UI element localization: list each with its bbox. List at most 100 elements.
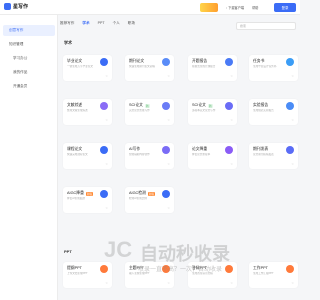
download-icon: ▫	[226, 5, 228, 10]
tool-card-badge: 新	[207, 103, 213, 108]
tool-card-description: 快速生成期刊论文初稿	[129, 65, 155, 68]
tab-personal[interactable]: 个人	[113, 21, 120, 31]
tool-card-badge: 新版	[147, 191, 156, 196]
tool-card[interactable]: 工作PPT 生成工作汇报PPT ☆	[249, 262, 298, 288]
tool-card-badge: 新	[144, 103, 150, 108]
tool-card-title-text: 提纲PPT	[67, 266, 82, 270]
favorite-icon[interactable]: ☆	[167, 162, 170, 166]
favorite-icon[interactable]: ☆	[291, 281, 294, 285]
tool-icon	[100, 58, 108, 66]
tool-card-title-text: 开题报告	[192, 59, 208, 63]
tool-card-title: 论文降重	[192, 147, 207, 152]
tool-card-badge: 新版	[85, 191, 94, 196]
tool-card-title: SCI论文新	[192, 103, 213, 108]
tab-recommend[interactable]: 推荐写作	[60, 21, 74, 31]
favorite-icon[interactable]: ☆	[230, 281, 233, 285]
favorite-icon[interactable]: ☆	[167, 281, 170, 285]
favorite-icon[interactable]: ☆	[230, 118, 233, 122]
tool-card-title-text: 实验报告	[253, 103, 269, 107]
sidebar-item-works[interactable]: 我的作品	[3, 67, 55, 78]
tool-card-title-text: 任务书	[253, 59, 265, 63]
tool-icon	[162, 190, 170, 198]
tab-work[interactable]: 职场	[128, 21, 135, 31]
tool-card[interactable]: 课程论文 快速完成课程论文 ☆	[63, 143, 112, 169]
favorite-icon[interactable]: ☆	[105, 162, 108, 166]
tool-card[interactable]: 毕业论文 一键生成万字毕业论文 ☆	[63, 55, 112, 81]
tool-icon	[286, 58, 294, 66]
favorite-icon[interactable]: ☆	[291, 162, 294, 166]
download-label: 下载客户端	[228, 6, 245, 10]
tool-card[interactable]: AIGC检测 新版 检测AI生成比例 ☆	[125, 187, 174, 213]
tool-card[interactable]: 文献综述 整理文献生成综述 ☆	[63, 99, 112, 125]
download-client-link[interactable]: ▫ 下载客户端	[226, 5, 245, 11]
tab-academic[interactable]: 学术	[82, 21, 89, 31]
favorite-icon[interactable]: ☆	[167, 118, 170, 122]
tool-icon	[225, 58, 233, 66]
favorite-icon[interactable]: ☆	[105, 281, 108, 285]
tool-card[interactable]: 期刊论文 快速生成期刊论文初稿 ☆	[125, 55, 174, 81]
tab-ppt[interactable]: PPT	[98, 21, 105, 31]
tool-card-title-text: 工作PPT	[253, 266, 268, 270]
tool-card-description: 上传文档生成PPT	[67, 272, 88, 275]
tool-card-title: 期刊发表	[253, 147, 268, 152]
watermark-subtitle: 收录一直不高？一次，自动收录	[138, 267, 223, 273]
tool-card-description: 生成规范实验报告	[253, 109, 274, 112]
favorite-icon[interactable]: ☆	[291, 118, 294, 122]
tool-card-title-text: AIGC降重	[67, 191, 84, 195]
category-tabs: 推荐写作 学术 PPT 个人 职场	[60, 21, 135, 31]
favorite-icon[interactable]: ☆	[291, 74, 294, 78]
sidebar: 创意写作 知识管理 学习办公 我的作品 开通会员	[0, 15, 58, 300]
tool-card-title: AI写作	[129, 147, 140, 152]
tool-card-description: 英文论文智能写作	[129, 109, 150, 112]
tool-card[interactable]: 论文降重 降低论文重复率 ☆	[188, 143, 237, 169]
tool-card-title-text: AIGC检测	[129, 191, 146, 195]
sidebar-item-creative[interactable]: 创意写作	[3, 25, 55, 36]
tool-icon	[162, 58, 170, 66]
tool-icon	[225, 102, 233, 110]
app-logo[interactable]: 星写作	[4, 3, 28, 10]
tool-card-title: 毕业论文	[67, 59, 82, 64]
login-button[interactable]: 登录	[274, 3, 296, 12]
tool-card[interactable]: 期刊发表 论文期刊投稿发表 ☆	[249, 143, 298, 169]
logo-icon	[4, 3, 11, 10]
tool-card-description: 按格式生成开题报告	[192, 65, 216, 68]
tool-icon	[286, 146, 294, 154]
tool-card[interactable]: 开题报告按格式生成开题报告 ☆	[188, 55, 237, 81]
tool-card-description: 生成毕业设计任务书	[253, 65, 277, 68]
sidebar-item-knowledge[interactable]: 知识管理	[3, 39, 55, 50]
favorite-icon[interactable]: ☆	[105, 206, 108, 210]
sidebar-item-vip[interactable]: 开通会员	[3, 81, 55, 92]
tool-card[interactable]: 提纲PPT 上传文档生成PPT ☆	[63, 262, 112, 288]
tool-card-title-text: SCI论文	[192, 103, 206, 107]
tool-card-description: 整理文献生成综述	[67, 109, 88, 112]
favorite-icon[interactable]: ☆	[167, 74, 170, 78]
help-link[interactable]: 帮助	[252, 5, 258, 10]
tool-card[interactable]: AI写作智能辅助内容创作 ☆	[125, 143, 174, 169]
tool-icon	[286, 265, 294, 273]
tool-icon	[100, 265, 108, 273]
tool-card-title-text: 期刊发表	[253, 147, 269, 151]
tool-icon	[100, 190, 108, 198]
search-input[interactable]: 搜索	[236, 22, 296, 30]
tool-card[interactable]: AIGC降重 新版 降低AI生成痕迹 ☆	[63, 187, 112, 213]
section-title-academic: 学术	[64, 40, 72, 45]
tool-card[interactable]: SCI论文新多版本英文论文写作 ☆	[188, 99, 237, 125]
tool-card-title: 课程论文	[67, 147, 82, 152]
favorite-icon[interactable]: ☆	[167, 206, 170, 210]
tool-card-title: 提纲PPT	[67, 266, 82, 271]
top-bar: 星写作 ▫ 下载客户端 帮助 登录	[0, 0, 300, 15]
promo-banner[interactable]	[200, 3, 218, 12]
favorite-icon[interactable]: ☆	[230, 74, 233, 78]
favorite-icon[interactable]: ☆	[105, 118, 108, 122]
favorite-icon[interactable]: ☆	[230, 162, 233, 166]
tool-card-title-text: AI写作	[129, 147, 141, 151]
tool-card[interactable]: 任务书生成毕业设计任务书 ☆	[249, 55, 298, 81]
favorite-icon[interactable]: ☆	[105, 74, 108, 78]
tool-card[interactable]: 实验报告生成规范实验报告 ☆	[249, 99, 298, 125]
tool-card-description: 快速完成课程论文	[67, 153, 88, 156]
tool-card-description: 降低论文重复率	[192, 153, 211, 156]
sidebar-item-study[interactable]: 学习办公	[3, 53, 55, 64]
app-name: 星写作	[13, 4, 29, 10]
tool-card-description: 智能辅助内容创作	[129, 153, 150, 156]
tool-card[interactable]: SCI论文新英文论文智能写作 ☆	[125, 99, 174, 125]
